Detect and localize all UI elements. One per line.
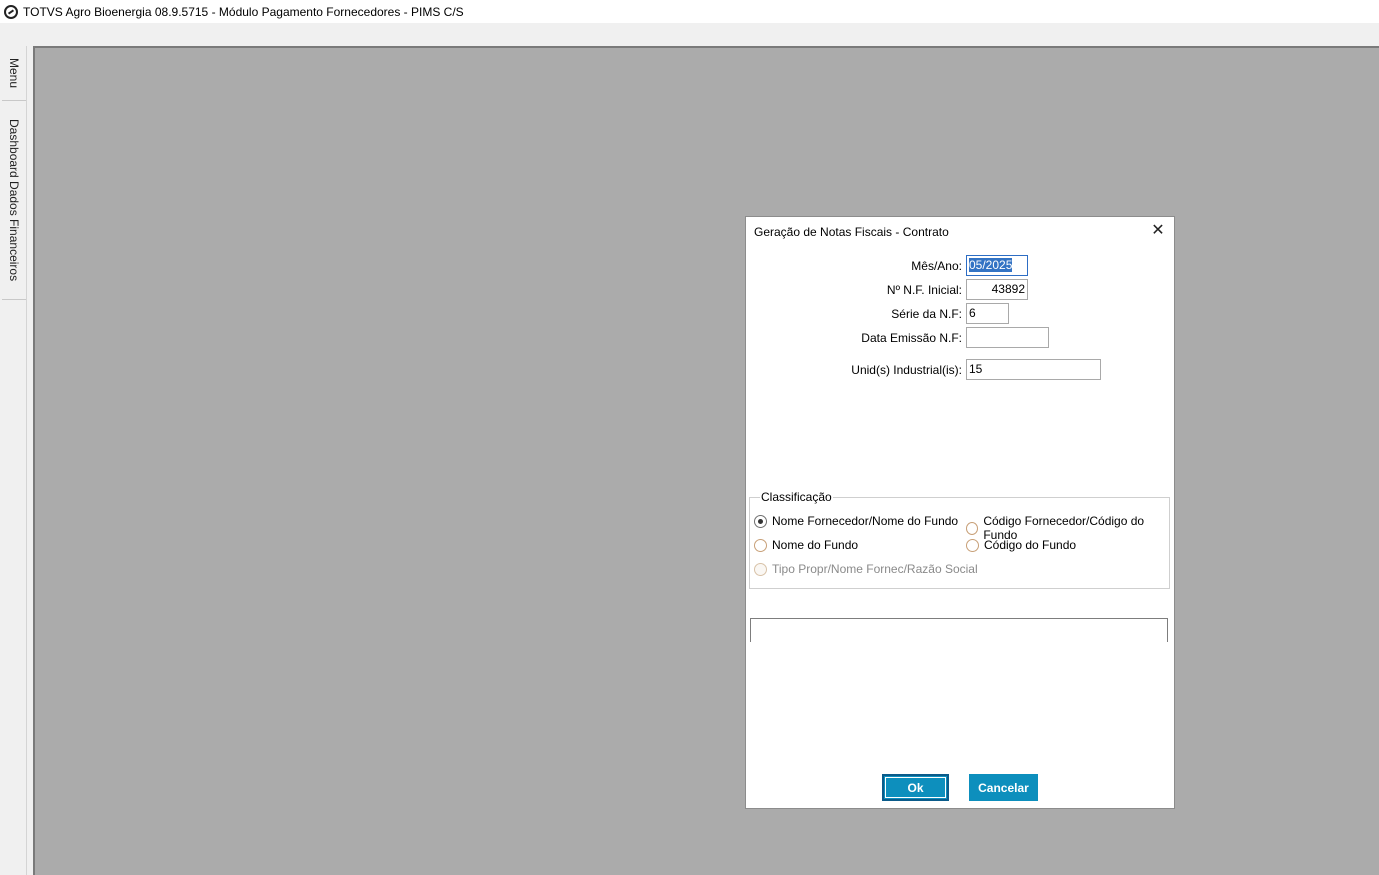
radio-nome-fundo[interactable]: Nome do Fundo <box>754 538 858 552</box>
mes-ano-label: Mês/Ano: <box>911 259 962 273</box>
classificacao-group: Classificação Nome Fornecedor/Nome do Fu… <box>749 490 1170 589</box>
unid-industrial-label: Unid(s) Industrial(is): <box>851 363 962 377</box>
ok-button[interactable]: Ok <box>882 774 949 801</box>
nf-inicial-input[interactable]: 43892 <box>966 279 1028 300</box>
mes-ano-input[interactable]: 05/2025 <box>966 255 1028 276</box>
dialog-title: Geração de Notas Fiscais - Contrato <box>754 225 949 239</box>
sidebar-tab-menu[interactable]: Menu <box>2 46 26 101</box>
sidebar: Menu Dashboard Dados Financeiros <box>0 46 27 875</box>
cancel-button[interactable]: Cancelar <box>969 774 1038 801</box>
nf-inicial-label: Nº N.F. Inicial: <box>886 283 962 297</box>
serie-nf-input[interactable]: 6 <box>966 303 1009 324</box>
totvs-logo-icon <box>4 4 18 19</box>
radio-nome-fornecedor-label: Nome Fornecedor/Nome do Fundo <box>772 514 959 528</box>
classificacao-legend: Classificação <box>760 490 833 504</box>
serie-nf-label: Série da N.F: <box>891 307 962 321</box>
close-icon[interactable]: ✕ <box>1150 223 1166 239</box>
radio-checked-icon <box>754 514 767 528</box>
radio-codigo-fundo[interactable]: Código do Fundo <box>966 538 1076 552</box>
radio-unchecked-icon <box>754 538 767 552</box>
sidebar-tab-dashboard-label: Dashboard Dados Financeiros <box>7 119 21 282</box>
radio-nome-fornecedor[interactable]: Nome Fornecedor/Nome do Fundo <box>754 514 958 528</box>
sidebar-tab-menu-label: Menu <box>7 57 21 89</box>
data-emissao-label: Data Emissão N.F: <box>861 331 962 345</box>
radio-tipo-propr-label: Tipo Propr/Nome Fornec/Razão Social <box>772 562 978 576</box>
radio-tipo-propr: Tipo Propr/Nome Fornec/Razão Social <box>754 562 978 576</box>
mes-ano-value: 05/2025 <box>969 258 1013 272</box>
radio-codigo-fundo-label: Código do Fundo <box>984 538 1077 552</box>
title-bar: TOTVS Agro Bioenergia 08.9.5715 - Módulo… <box>0 0 1379 23</box>
window-title: TOTVS Agro Bioenergia 08.9.5715 - Módulo… <box>23 4 464 19</box>
radio-unchecked-icon <box>966 521 979 535</box>
radio-unchecked-icon <box>966 538 979 552</box>
mdi-client-area <box>33 46 1379 875</box>
nf-generation-dialog: Geração de Notas Fiscais - Contrato ✕ Mê… <box>745 216 1175 809</box>
radio-disabled-icon <box>754 562 767 576</box>
sidebar-tab-dashboard[interactable]: Dashboard Dados Financeiros <box>2 102 26 300</box>
unid-industrial-input[interactable]: 15 <box>966 359 1101 380</box>
result-memo[interactable] <box>750 618 1168 642</box>
data-emissao-input[interactable] <box>966 327 1049 348</box>
radio-nome-fundo-label: Nome do Fundo <box>772 538 859 552</box>
